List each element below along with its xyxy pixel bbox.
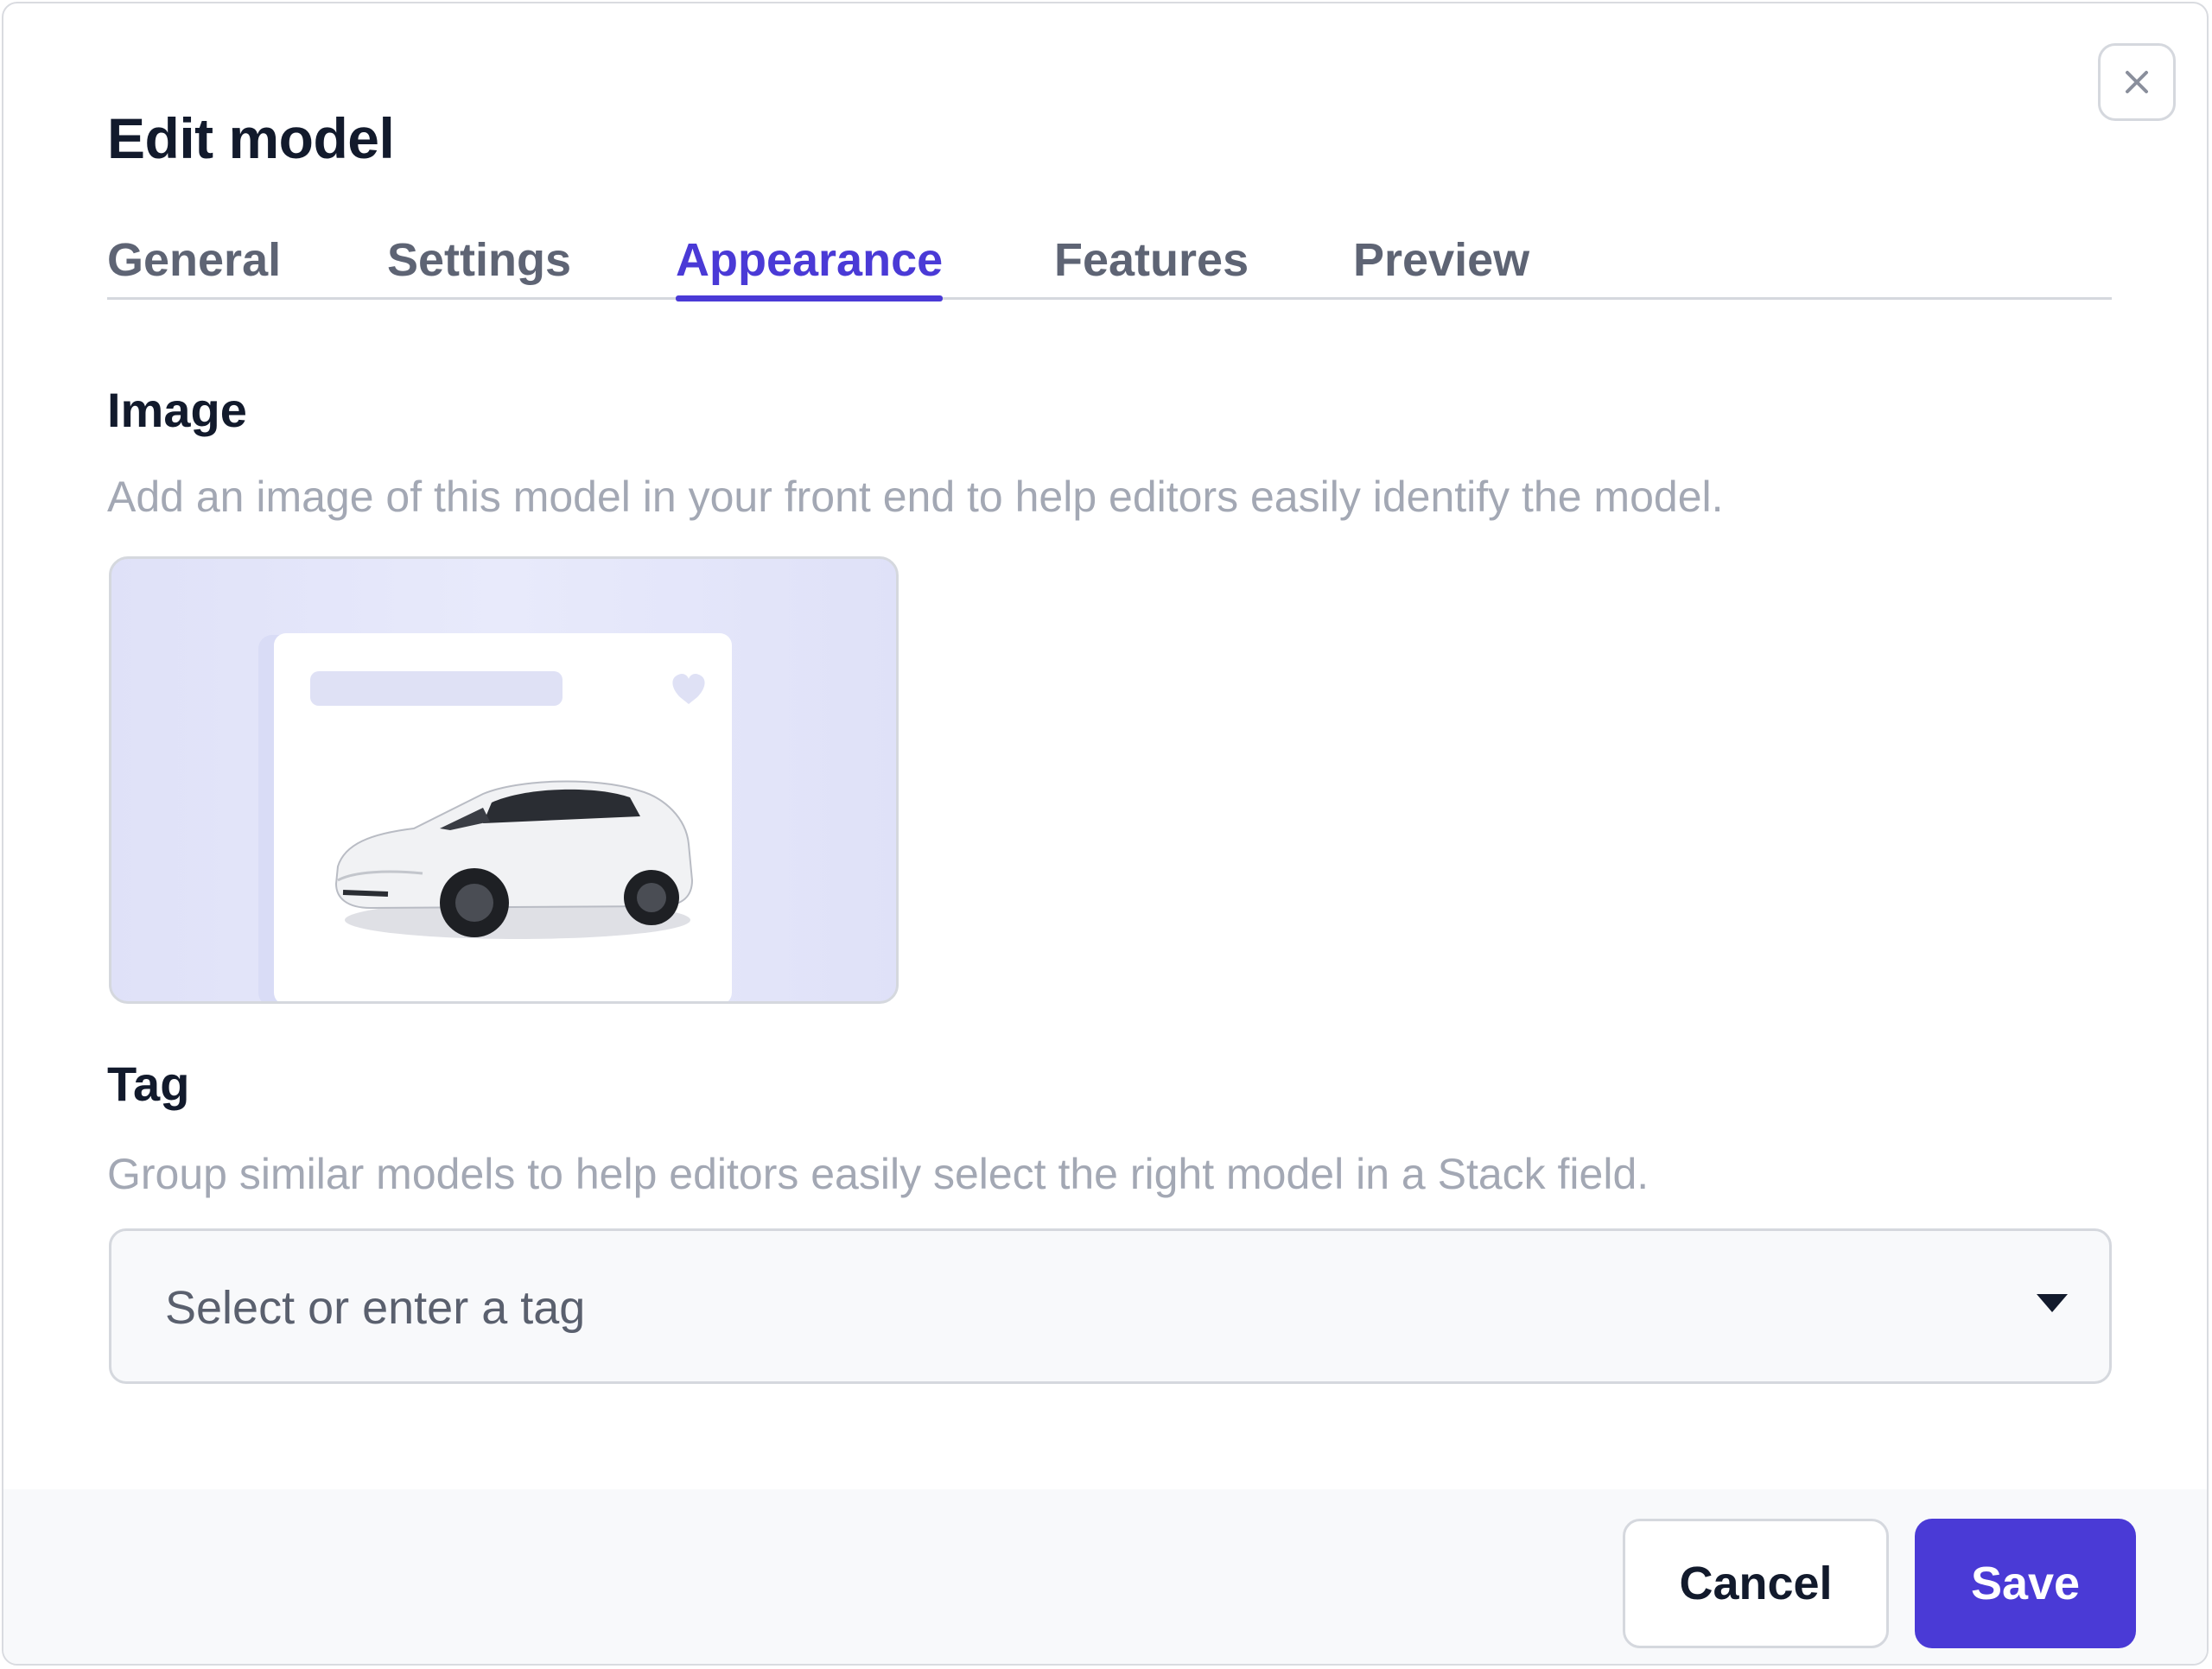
close-icon [2126, 71, 2148, 93]
tab-features[interactable]: Features [1054, 230, 1249, 297]
tab-appearance[interactable]: Appearance [676, 230, 944, 301]
tag-section-description: Group similar models to help editors eas… [107, 1150, 1649, 1198]
tag-select[interactable]: Select or enter a tag [109, 1228, 2112, 1384]
tag-select-placeholder: Select or enter a tag [165, 1282, 586, 1334]
tag-section-title: Tag [107, 1057, 190, 1111]
caret-down-icon [2037, 1294, 2068, 1312]
model-preview-illustration [258, 633, 732, 1001]
tab-general[interactable]: General [107, 230, 281, 297]
image-section-title: Image [107, 383, 247, 437]
close-button[interactable] [2098, 43, 2176, 121]
image-section-description: Add an image of this model in your front… [107, 473, 1724, 521]
save-button[interactable]: Save [1915, 1519, 2136, 1648]
edit-model-dialog: Edit model General Settings Appearance F… [2, 2, 2209, 1666]
dialog-title: Edit model [107, 106, 395, 170]
preview-title-placeholder [310, 671, 563, 706]
cancel-button[interactable]: Cancel [1623, 1519, 1889, 1648]
tab-preview[interactable]: Preview [1353, 230, 1529, 297]
tab-bar: General Settings Appearance Features Pre… [107, 230, 2112, 301]
tab-settings[interactable]: Settings [387, 230, 571, 297]
model-image-preview[interactable] [109, 556, 899, 1004]
